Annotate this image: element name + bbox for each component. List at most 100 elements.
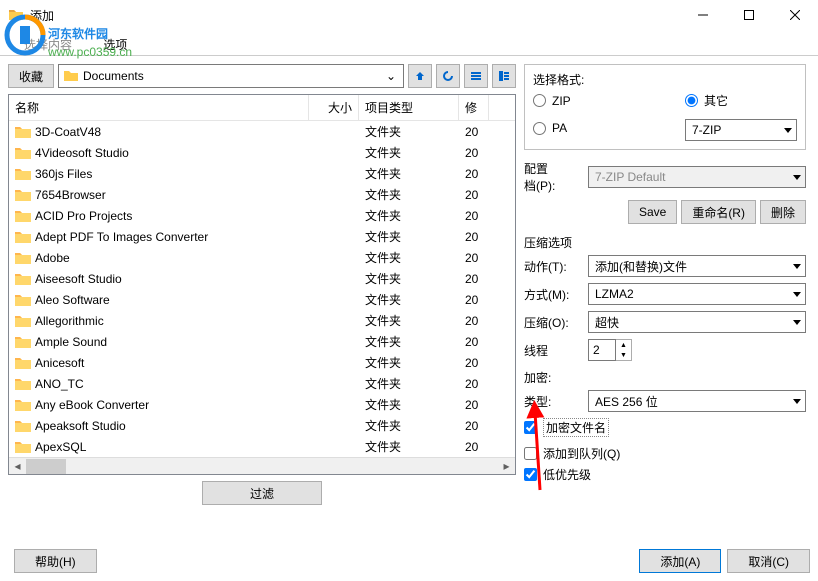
threads-spinner[interactable]: 2 ▲▼ bbox=[588, 339, 632, 361]
folder-icon bbox=[15, 230, 31, 244]
table-row[interactable]: ApexSQL文件夹20 bbox=[9, 436, 515, 457]
col-mod[interactable]: 修 bbox=[459, 95, 489, 120]
radio-zip[interactable] bbox=[533, 94, 546, 107]
radio-other[interactable] bbox=[685, 94, 698, 107]
table-row[interactable]: Ample Sound文件夹20 bbox=[9, 331, 515, 352]
format-select[interactable]: 7-ZIP bbox=[685, 119, 797, 141]
queue-checkbox[interactable] bbox=[524, 447, 537, 460]
refresh-button[interactable] bbox=[436, 64, 460, 88]
favorites-button[interactable]: 收藏 bbox=[8, 64, 54, 88]
file-name: Ample Sound bbox=[35, 335, 107, 349]
radio-other-label: 其它 bbox=[704, 92, 728, 109]
file-name: Apeaksoft Studio bbox=[35, 419, 126, 433]
folder-icon bbox=[15, 188, 31, 202]
tab-content[interactable]: 选择内容 bbox=[10, 32, 86, 57]
scroll-thumb[interactable] bbox=[26, 459, 66, 474]
radio-pa[interactable] bbox=[533, 122, 546, 135]
profile-select[interactable]: 7-ZIP Default bbox=[588, 166, 806, 188]
method-select[interactable]: LZMA2 bbox=[588, 283, 806, 305]
table-row[interactable]: Adobe文件夹20 bbox=[9, 247, 515, 268]
folder-icon bbox=[15, 419, 31, 433]
save-button[interactable]: Save bbox=[628, 200, 677, 224]
folder-icon bbox=[15, 209, 31, 223]
file-name: 360js Files bbox=[35, 167, 92, 181]
table-row[interactable]: 360js Files文件夹20 bbox=[9, 163, 515, 184]
table-row[interactable]: 3D-CoatV48文件夹20 bbox=[9, 121, 515, 142]
file-mod: 20 bbox=[459, 146, 489, 160]
file-mod: 20 bbox=[459, 209, 489, 223]
delete-button[interactable]: 删除 bbox=[760, 200, 806, 224]
table-row[interactable]: Any eBook Converter文件夹20 bbox=[9, 394, 515, 415]
folder-icon bbox=[15, 125, 31, 139]
window-title: 添加 bbox=[30, 7, 680, 24]
close-button[interactable] bbox=[772, 0, 818, 30]
file-type: 文件夹 bbox=[359, 207, 459, 224]
encrypt-filenames-label: 加密文件名 bbox=[543, 418, 609, 437]
file-type: 文件夹 bbox=[359, 270, 459, 287]
folder-icon bbox=[15, 167, 31, 181]
file-name: Adept PDF To Images Converter bbox=[35, 230, 208, 244]
tab-options[interactable]: 选项 bbox=[89, 32, 141, 57]
enc-type-select[interactable]: AES 256 位 bbox=[588, 390, 806, 412]
profile-label: 配置档(P): bbox=[524, 160, 580, 194]
file-mod: 20 bbox=[459, 314, 489, 328]
table-row[interactable]: Aiseesoft Studio文件夹20 bbox=[9, 268, 515, 289]
window-buttons bbox=[680, 0, 818, 30]
spin-down-icon[interactable]: ▼ bbox=[616, 350, 631, 360]
file-name: 7654Browser bbox=[35, 188, 106, 202]
file-type: 文件夹 bbox=[359, 249, 459, 266]
list-header[interactable]: 名称 大小 项目类型 修 bbox=[9, 95, 515, 121]
file-mod: 20 bbox=[459, 419, 489, 433]
col-size[interactable]: 大小 bbox=[309, 95, 359, 120]
up-button[interactable] bbox=[408, 64, 432, 88]
file-type: 文件夹 bbox=[359, 291, 459, 308]
table-row[interactable]: ANO_TC文件夹20 bbox=[9, 373, 515, 394]
rename-button[interactable]: 重命名(R) bbox=[681, 200, 756, 224]
file-name: ANO_TC bbox=[35, 377, 84, 391]
table-row[interactable]: Allegorithmic文件夹20 bbox=[9, 310, 515, 331]
table-row[interactable]: ACID Pro Projects文件夹20 bbox=[9, 205, 515, 226]
file-mod: 20 bbox=[459, 377, 489, 391]
compress-header: 压缩选项 bbox=[524, 234, 806, 251]
table-row[interactable]: Adept PDF To Images Converter文件夹20 bbox=[9, 226, 515, 247]
encrypt-filenames-checkbox[interactable] bbox=[524, 421, 537, 434]
file-name: Aleo Software bbox=[35, 293, 110, 307]
refresh-icon bbox=[442, 70, 454, 82]
folder-icon bbox=[15, 377, 31, 391]
table-row[interactable]: 7654Browser文件夹20 bbox=[9, 184, 515, 205]
app-icon bbox=[8, 7, 24, 23]
level-select[interactable]: 超快 bbox=[588, 311, 806, 333]
add-button[interactable]: 添加(A) bbox=[639, 549, 721, 573]
scroll-left-icon[interactable]: ◂ bbox=[9, 458, 26, 475]
file-mod: 20 bbox=[459, 398, 489, 412]
minimize-button[interactable] bbox=[680, 0, 726, 30]
action-select[interactable]: 添加(和替换)文件 bbox=[588, 255, 806, 277]
help-button[interactable]: 帮助(H) bbox=[14, 549, 97, 573]
path-selector[interactable]: Documents ⌄ bbox=[58, 64, 404, 88]
maximize-button[interactable] bbox=[726, 0, 772, 30]
spin-up-icon[interactable]: ▲ bbox=[616, 340, 631, 350]
filter-button[interactable]: 过滤 bbox=[202, 481, 322, 505]
table-row[interactable]: Apeaksoft Studio文件夹20 bbox=[9, 415, 515, 436]
table-row[interactable]: Aleo Software文件夹20 bbox=[9, 289, 515, 310]
file-type: 文件夹 bbox=[359, 438, 459, 455]
file-name: 3D-CoatV48 bbox=[35, 125, 101, 139]
table-row[interactable]: 4Videosoft Studio文件夹20 bbox=[9, 142, 515, 163]
table-row[interactable]: Anicesoft文件夹20 bbox=[9, 352, 515, 373]
col-type[interactable]: 项目类型 bbox=[359, 95, 459, 120]
cancel-button[interactable]: 取消(C) bbox=[727, 549, 810, 573]
encrypt-header: 加密: bbox=[524, 369, 806, 386]
file-name: Any eBook Converter bbox=[35, 398, 149, 412]
file-type: 文件夹 bbox=[359, 165, 459, 182]
view-list-button[interactable] bbox=[464, 64, 488, 88]
format-label: 选择格式: bbox=[533, 71, 797, 88]
file-name: Adobe bbox=[35, 251, 70, 265]
lowpri-label: 低优先级 bbox=[543, 466, 591, 483]
scroll-right-icon[interactable]: ▸ bbox=[498, 458, 515, 475]
view-detail-button[interactable] bbox=[492, 64, 516, 88]
col-name[interactable]: 名称 bbox=[9, 95, 309, 120]
horizontal-scrollbar[interactable]: ◂ ▸ bbox=[9, 457, 515, 474]
detail-icon bbox=[498, 70, 510, 82]
lowpri-checkbox[interactable] bbox=[524, 468, 537, 481]
threads-value[interactable]: 2 bbox=[588, 339, 616, 361]
